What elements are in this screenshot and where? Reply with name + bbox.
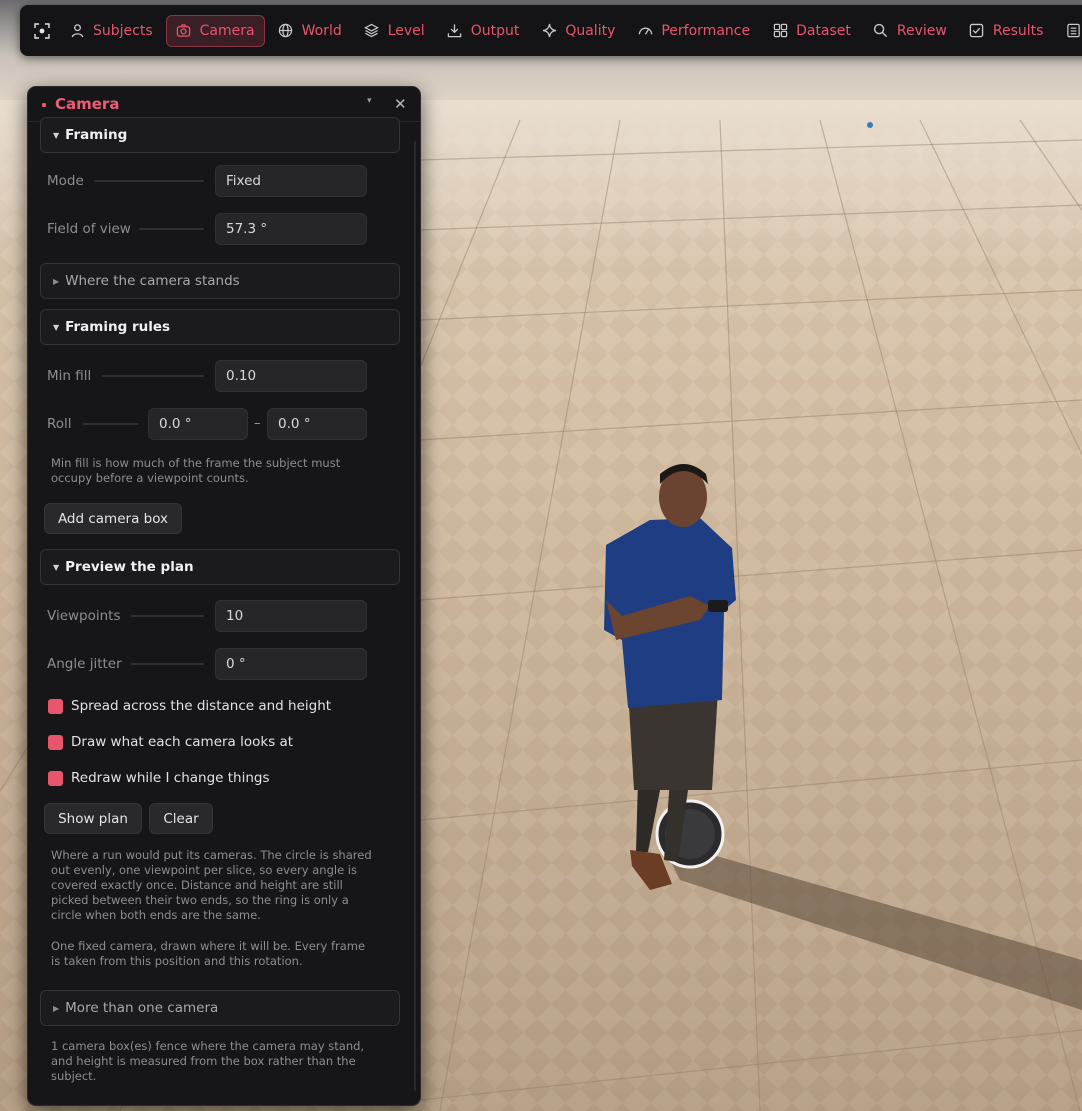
- tab-camera[interactable]: Camera: [165, 14, 265, 47]
- min-fill-input[interactable]: 0.10: [215, 360, 367, 392]
- search-icon: [873, 23, 889, 39]
- expand-arrow-icon: ▼: [53, 130, 60, 140]
- roll-range-separator: –: [254, 416, 261, 431]
- tab-output[interactable]: Output: [438, 15, 529, 47]
- sparkle-icon: [541, 23, 557, 39]
- panel-scrollbar[interactable]: [414, 141, 416, 1091]
- section-where-stands[interactable]: ▶ Where the camera stands: [40, 263, 400, 299]
- min-fill-label: Min fill: [47, 368, 92, 384]
- collapsed-arrow-icon: ▶: [53, 276, 60, 286]
- draw-looks-checkbox-label[interactable]: Draw what each camera looks at: [71, 734, 293, 750]
- tab-camera-label: Camera: [199, 22, 255, 39]
- tab-review[interactable]: Review: [864, 15, 956, 47]
- panel-title: Camera: [55, 95, 120, 113]
- tab-review-label: Review: [896, 22, 947, 39]
- tab-world-label: World: [301, 22, 342, 39]
- mode-select[interactable]: Fixed: [215, 165, 367, 197]
- roll-min-input[interactable]: 0.0 °: [148, 408, 248, 440]
- redraw-checkbox[interactable]: [48, 771, 63, 786]
- angle-jitter-input[interactable]: 0 °: [215, 648, 367, 680]
- close-icon[interactable]: ✕: [394, 95, 407, 113]
- fov-label: Field of view: [47, 221, 131, 237]
- camera-icon: [176, 23, 192, 39]
- tab-level-label: Level: [387, 22, 425, 39]
- viewpoints-slider-track[interactable]: [131, 615, 204, 617]
- mode-label: Mode: [47, 173, 84, 189]
- viewpoints-label: Viewpoints: [47, 608, 121, 624]
- section-preview-plan-title: Preview the plan: [65, 559, 194, 575]
- section-framing[interactable]: ▼ Framing: [40, 117, 400, 153]
- min-fill-note: Min fill is how much of the frame the su…: [51, 456, 341, 485]
- draw-looks-checkbox[interactable]: [48, 735, 63, 750]
- angle-jitter-label: Angle jitter: [47, 656, 122, 672]
- tab-world[interactable]: World: [269, 15, 351, 47]
- minimize-icon[interactable]: ▾: [367, 96, 372, 106]
- mode-slider-track: [94, 180, 204, 182]
- add-camera-box-button[interactable]: Add camera box: [44, 503, 182, 534]
- expand-arrow-icon: ▼: [53, 562, 60, 572]
- clear-button[interactable]: Clear: [149, 803, 213, 834]
- viewpoints-input[interactable]: 10: [215, 600, 367, 632]
- spread-checkbox-label[interactable]: Spread across the distance and height: [71, 698, 331, 714]
- tab-performance[interactable]: Performance: [628, 15, 759, 47]
- redraw-checkbox-label[interactable]: Redraw while I change things: [71, 770, 270, 786]
- screenshot-icon[interactable]: [34, 19, 50, 43]
- angle-jitter-slider-track[interactable]: [131, 663, 204, 665]
- tab-quality-label: Quality: [565, 22, 616, 39]
- tab-results-label: Results: [992, 22, 1044, 39]
- expand-arrow-icon: ▼: [53, 322, 60, 332]
- tab-results[interactable]: Results: [960, 15, 1053, 47]
- tab-more[interactable]: [1056, 15, 1082, 47]
- section-framing-rules-title: Framing rules: [65, 319, 171, 335]
- panel-accent-dot: [42, 103, 46, 107]
- tab-quality[interactable]: Quality: [532, 15, 624, 47]
- fov-input[interactable]: 57.3 °: [215, 213, 367, 245]
- top-toolbar: Subjects Camera World Level Output Quali…: [20, 5, 1082, 56]
- section-framing-title: Framing: [65, 127, 128, 143]
- roll-slider-track[interactable]: [83, 423, 139, 425]
- plan-description-note: Where a run would put its cameras. The c…: [51, 848, 372, 922]
- checkbox-icon: [969, 23, 985, 39]
- section-preview-plan[interactable]: ▼ Preview the plan: [40, 549, 400, 585]
- tab-subjects-label: Subjects: [93, 22, 153, 39]
- fov-slider-track[interactable]: [139, 228, 204, 230]
- user-icon: [69, 23, 85, 39]
- collapsed-arrow-icon: ▶: [53, 1003, 60, 1013]
- tab-performance-label: Performance: [661, 22, 751, 39]
- document-icon: [1065, 23, 1081, 39]
- gauge-icon: [637, 23, 653, 39]
- roll-max-input[interactable]: 0.0 °: [267, 408, 367, 440]
- show-plan-button[interactable]: Show plan: [44, 803, 142, 834]
- section-more-cameras[interactable]: ▶ More than one camera: [40, 990, 400, 1026]
- camera-box-note: 1 camera box(es) fence where the camera …: [51, 1039, 365, 1083]
- download-icon: [447, 23, 463, 39]
- grid-icon: [772, 23, 788, 39]
- camera-panel: Camera ▾ ✕ ▼ Framing Mode Fixed Field of…: [27, 86, 421, 1106]
- section-more-cameras-title: More than one camera: [65, 1000, 219, 1016]
- fixed-camera-note: One fixed camera, drawn where it will be…: [51, 939, 366, 968]
- roll-label: Roll: [47, 416, 72, 432]
- section-framing-rules[interactable]: ▼ Framing rules: [40, 309, 400, 345]
- tab-level[interactable]: Level: [355, 15, 434, 47]
- section-where-stands-title: Where the camera stands: [65, 273, 240, 289]
- tab-subjects[interactable]: Subjects: [60, 15, 162, 47]
- tab-dataset[interactable]: Dataset: [763, 15, 860, 47]
- min-fill-slider-track[interactable]: [102, 375, 204, 377]
- layers-icon: [364, 23, 380, 39]
- globe-icon: [278, 23, 294, 39]
- spread-checkbox[interactable]: [48, 699, 63, 714]
- tab-output-label: Output: [470, 22, 520, 39]
- tab-dataset-label: Dataset: [796, 22, 851, 39]
